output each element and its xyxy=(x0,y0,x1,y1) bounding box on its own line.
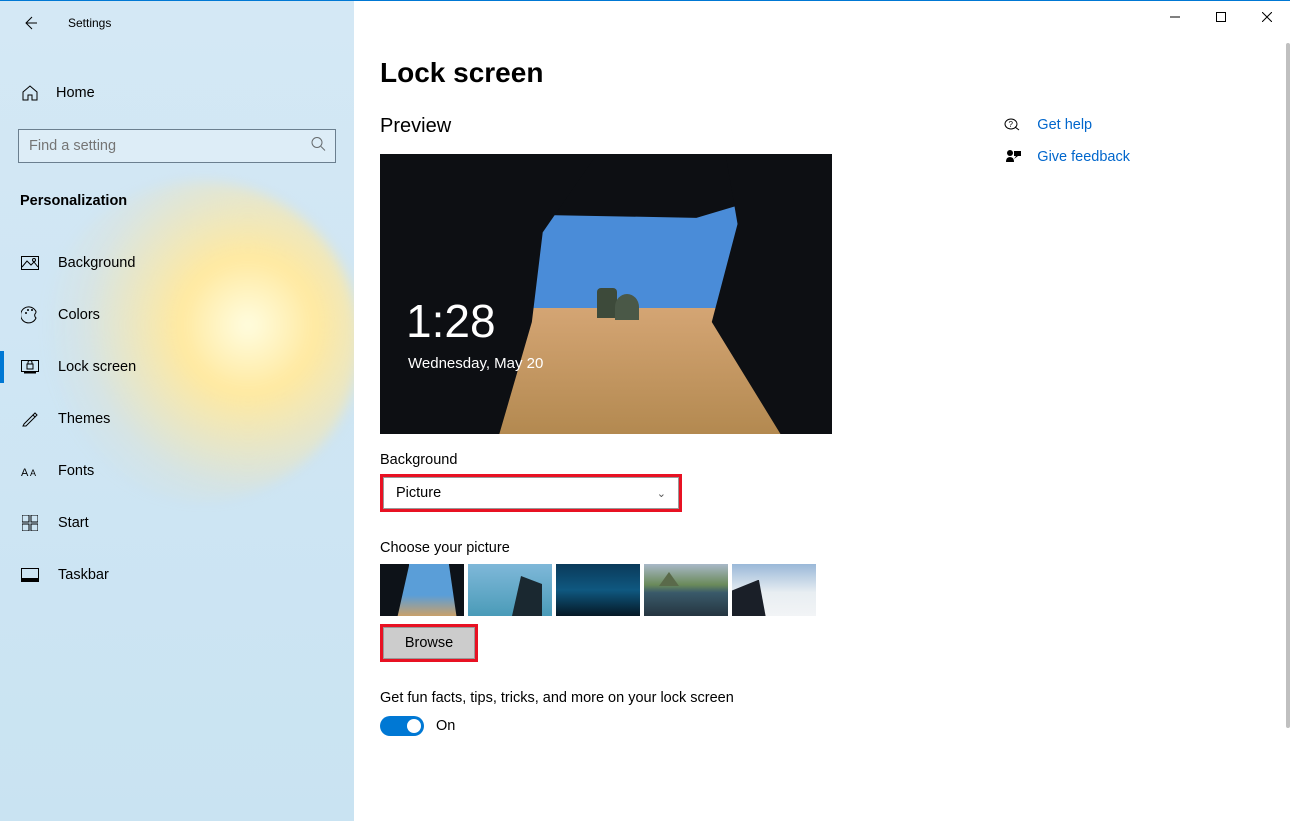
close-button[interactable] xyxy=(1244,2,1290,32)
home-nav[interactable]: Home xyxy=(0,71,354,115)
picture-thumb-5[interactable] xyxy=(732,564,816,616)
sidebar-item-start[interactable]: Start xyxy=(0,497,354,549)
sidebar-item-taskbar[interactable]: Taskbar xyxy=(0,549,354,601)
palette-icon xyxy=(20,305,40,325)
background-value: Picture xyxy=(396,485,441,501)
choose-label: Choose your picture xyxy=(380,540,1290,556)
svg-text:?: ? xyxy=(1009,120,1014,129)
funfacts-toggle[interactable] xyxy=(380,716,424,736)
chevron-down-icon: ⌄ xyxy=(657,487,666,500)
preview-clock: 1:28 xyxy=(406,294,496,348)
sidebar: Settings Home Personalization xyxy=(0,1,354,821)
preview-date: Wednesday, May 20 xyxy=(408,355,543,372)
sidebar-item-background[interactable]: Background xyxy=(0,237,354,289)
lock-screen-icon xyxy=(20,357,40,377)
sidebar-item-label: Taskbar xyxy=(58,567,109,583)
svg-text:A: A xyxy=(21,467,29,478)
app-title: Settings xyxy=(68,16,111,30)
picture-thumb-3[interactable] xyxy=(556,564,640,616)
sidebar-item-label: Themes xyxy=(58,411,110,427)
picture-thumb-1[interactable] xyxy=(380,564,464,616)
page-title: Lock screen xyxy=(380,57,1290,89)
preview-label: Preview xyxy=(380,115,1290,138)
sidebar-item-label: Start xyxy=(58,515,89,531)
sidebar-item-themes[interactable]: Themes xyxy=(0,393,354,445)
svg-text:A: A xyxy=(30,468,36,478)
sidebar-item-label: Fonts xyxy=(58,463,94,479)
background-label: Background xyxy=(380,452,1290,468)
search-icon xyxy=(310,136,326,157)
picture-thumb-2[interactable] xyxy=(468,564,552,616)
sidebar-item-label: Background xyxy=(58,255,135,271)
sidebar-item-label: Lock screen xyxy=(58,359,136,375)
fonts-icon: AA xyxy=(20,461,40,481)
toggle-state: On xyxy=(436,718,455,734)
home-label: Home xyxy=(56,85,95,101)
start-icon xyxy=(20,513,40,533)
back-button[interactable] xyxy=(20,13,40,33)
feedback-link[interactable]: Give feedback xyxy=(1003,147,1130,167)
scrollbar[interactable] xyxy=(1282,43,1290,821)
sidebar-item-colors[interactable]: Colors xyxy=(0,289,354,341)
picture-icon xyxy=(20,253,40,273)
sidebar-item-lock-screen[interactable]: Lock screen xyxy=(0,341,354,393)
minimize-button[interactable] xyxy=(1152,2,1198,32)
get-help-link[interactable]: ? Get help xyxy=(1003,115,1130,135)
feedback-icon xyxy=(1003,147,1023,167)
main-content: Lock screen Preview 1:28 Wednesday, May … xyxy=(354,1,1290,821)
sidebar-item-fonts[interactable]: AA Fonts xyxy=(0,445,354,497)
background-dropdown[interactable]: Picture ⌄ xyxy=(383,477,679,509)
section-title: Personalization xyxy=(20,193,354,209)
maximize-button[interactable] xyxy=(1198,2,1244,32)
browse-button[interactable]: Browse xyxy=(383,627,475,659)
lock-screen-preview: 1:28 Wednesday, May 20 xyxy=(380,154,832,434)
funfacts-label: Get fun facts, tips, tricks, and more on… xyxy=(380,690,1290,706)
search-input[interactable] xyxy=(18,129,336,163)
help-icon: ? xyxy=(1003,115,1023,135)
sidebar-item-label: Colors xyxy=(58,307,100,323)
taskbar-icon xyxy=(20,565,40,585)
home-icon xyxy=(20,83,40,103)
picture-thumb-4[interactable] xyxy=(644,564,728,616)
themes-icon xyxy=(20,409,40,429)
